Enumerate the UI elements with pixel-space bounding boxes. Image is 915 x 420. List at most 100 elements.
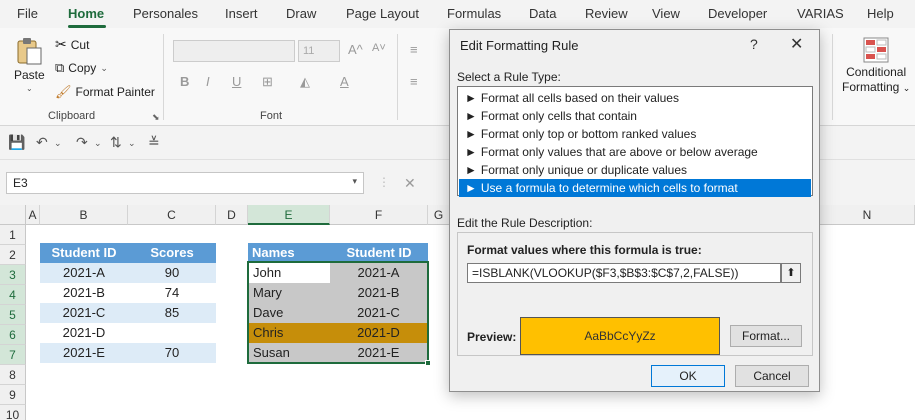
- table2-cell[interactable]: 2021-C: [330, 303, 427, 323]
- table2-cell-highlighted[interactable]: Chris: [249, 323, 330, 343]
- tab-home[interactable]: Home: [68, 6, 104, 21]
- copy-button[interactable]: ⧉ Copy ⌄: [55, 60, 108, 76]
- table2-cell[interactable]: 2021-E: [330, 343, 427, 363]
- column-header-b[interactable]: B: [40, 205, 128, 225]
- table2-cell[interactable]: Dave: [249, 303, 330, 323]
- underline-button[interactable]: U: [232, 74, 241, 89]
- column-header-n[interactable]: N: [820, 205, 915, 225]
- table1-cell[interactable]: 2021-B: [40, 283, 128, 303]
- save-icon[interactable]: 💾: [8, 134, 25, 151]
- tab-draw[interactable]: Draw: [286, 6, 316, 21]
- select-all-corner[interactable]: [0, 205, 26, 225]
- close-icon[interactable]: ✕: [790, 34, 803, 54]
- table1-cell[interactable]: 85: [128, 303, 216, 323]
- tab-personales[interactable]: Personales: [133, 6, 198, 21]
- row-header-8[interactable]: 8: [0, 365, 26, 385]
- edit-description-label: Edit the Rule Description:: [457, 216, 593, 230]
- table2-header-names[interactable]: Names: [248, 243, 330, 263]
- undo-icon[interactable]: ↶: [36, 134, 48, 151]
- conditional-formatting-button[interactable]: Conditional Formatting ⌄: [842, 36, 910, 94]
- column-header-e[interactable]: E: [248, 205, 330, 225]
- sort-icon[interactable]: ⇅: [110, 134, 122, 151]
- dialog-launcher-icon[interactable]: ⬊: [152, 112, 160, 123]
- bold-button[interactable]: B: [180, 74, 189, 89]
- increase-font-icon[interactable]: A^: [348, 42, 363, 57]
- table1-cell[interactable]: [128, 323, 216, 343]
- borders-icon[interactable]: ⊞: [262, 74, 273, 90]
- chevron-down-icon[interactable]: ⌄: [128, 138, 136, 149]
- table2-cell[interactable]: 2021-B: [330, 283, 427, 303]
- row-header-10[interactable]: 10: [0, 405, 26, 420]
- row-header-9[interactable]: 9: [0, 385, 26, 405]
- table1-cell[interactable]: 2021-D: [40, 323, 128, 343]
- rule-type-item[interactable]: ► Format all cells based on their values: [459, 89, 811, 107]
- tab-page-layout[interactable]: Page Layout: [346, 6, 419, 21]
- format-painter-button[interactable]: 🖌 Format Painter: [55, 84, 155, 100]
- redo-icon[interactable]: ↷: [76, 134, 88, 151]
- rule-type-item[interactable]: ► Format only values that are above or be…: [459, 143, 811, 161]
- column-header-g[interactable]: G: [428, 205, 450, 225]
- tab-formulas[interactable]: Formulas: [447, 6, 501, 21]
- rule-type-list[interactable]: ► Format all cells based on their values …: [457, 86, 813, 197]
- table2-cell[interactable]: John: [249, 263, 330, 283]
- name-box[interactable]: E3 ▾: [6, 172, 364, 194]
- cancel-button[interactable]: Cancel: [735, 365, 809, 387]
- fill-color-icon[interactable]: ◭: [300, 74, 310, 90]
- ok-button[interactable]: OK: [651, 365, 725, 387]
- customize-toolbar-icon[interactable]: ≚: [148, 134, 160, 151]
- table1-header-student-id[interactable]: Student ID: [40, 243, 128, 263]
- table2-cell[interactable]: 2021-A: [330, 263, 427, 283]
- formula-input[interactable]: =ISBLANK(VLOOKUP($F3,$B$3:$C$7,2,FALSE)): [467, 263, 781, 283]
- row-header-5[interactable]: 5: [0, 305, 26, 325]
- row-header-1[interactable]: 1: [0, 225, 26, 245]
- row-header-2[interactable]: 2: [0, 245, 26, 265]
- rule-type-item-selected[interactable]: ► Use a formula to determine which cells …: [459, 179, 811, 197]
- cut-button[interactable]: ✂ Cut: [55, 36, 89, 53]
- tab-varias[interactable]: VARIAS: [797, 6, 844, 21]
- tab-file[interactable]: File: [17, 6, 38, 21]
- align-top-icon[interactable]: ≡: [410, 42, 418, 57]
- cancel-formula-icon[interactable]: ✕: [404, 175, 416, 192]
- tab-insert[interactable]: Insert: [225, 6, 258, 21]
- table2-cell-highlighted[interactable]: 2021-D: [330, 323, 427, 343]
- table2-cell[interactable]: Mary: [249, 283, 330, 303]
- row-header-6[interactable]: 6: [0, 325, 26, 345]
- chevron-down-icon[interactable]: ⌄: [54, 138, 62, 149]
- row-header-3[interactable]: 3: [0, 265, 26, 285]
- font-color-icon[interactable]: A: [340, 74, 349, 89]
- table1-header-scores[interactable]: Scores: [128, 243, 216, 263]
- row-header-4[interactable]: 4: [0, 285, 26, 305]
- table2-header-student-id[interactable]: Student ID: [330, 243, 428, 263]
- column-header-c[interactable]: C: [128, 205, 216, 225]
- fill-handle[interactable]: [425, 360, 431, 366]
- table2-cell[interactable]: Susan: [249, 343, 330, 363]
- column-header-f[interactable]: F: [330, 205, 428, 225]
- chevron-down-icon[interactable]: ⌄: [94, 138, 102, 149]
- help-icon[interactable]: ?: [750, 36, 758, 52]
- table1-cell[interactable]: 2021-E: [40, 343, 128, 363]
- table1-cell[interactable]: 90: [128, 263, 216, 283]
- italic-button[interactable]: I: [206, 74, 210, 89]
- table1-cell[interactable]: 74: [128, 283, 216, 303]
- rule-type-item[interactable]: ► Format only cells that contain: [459, 107, 811, 125]
- tab-data[interactable]: Data: [529, 6, 556, 21]
- rule-type-item[interactable]: ► Format only unique or duplicate values: [459, 161, 811, 179]
- table1-cell[interactable]: 2021-C: [40, 303, 128, 323]
- tab-review[interactable]: Review: [585, 6, 628, 21]
- font-name-dropdown[interactable]: [173, 40, 295, 62]
- font-size-dropdown[interactable]: 11: [298, 40, 340, 62]
- row-header-7[interactable]: 7: [0, 345, 26, 365]
- collapse-dialog-button[interactable]: ⬆: [781, 263, 801, 283]
- paste-button[interactable]: Paste ⌄: [14, 36, 45, 93]
- tab-view[interactable]: View: [652, 6, 680, 21]
- align-left-icon[interactable]: ≡: [410, 74, 418, 89]
- format-button[interactable]: Format...: [730, 325, 802, 347]
- column-header-d[interactable]: D: [216, 205, 248, 225]
- table1-cell[interactable]: 2021-A: [40, 263, 128, 283]
- table1-cell[interactable]: 70: [128, 343, 216, 363]
- column-header-a[interactable]: A: [26, 205, 40, 225]
- decrease-font-icon[interactable]: A˅: [372, 42, 386, 54]
- tab-help[interactable]: Help: [867, 6, 894, 21]
- tab-developer[interactable]: Developer: [708, 6, 767, 21]
- rule-type-item[interactable]: ► Format only top or bottom ranked values: [459, 125, 811, 143]
